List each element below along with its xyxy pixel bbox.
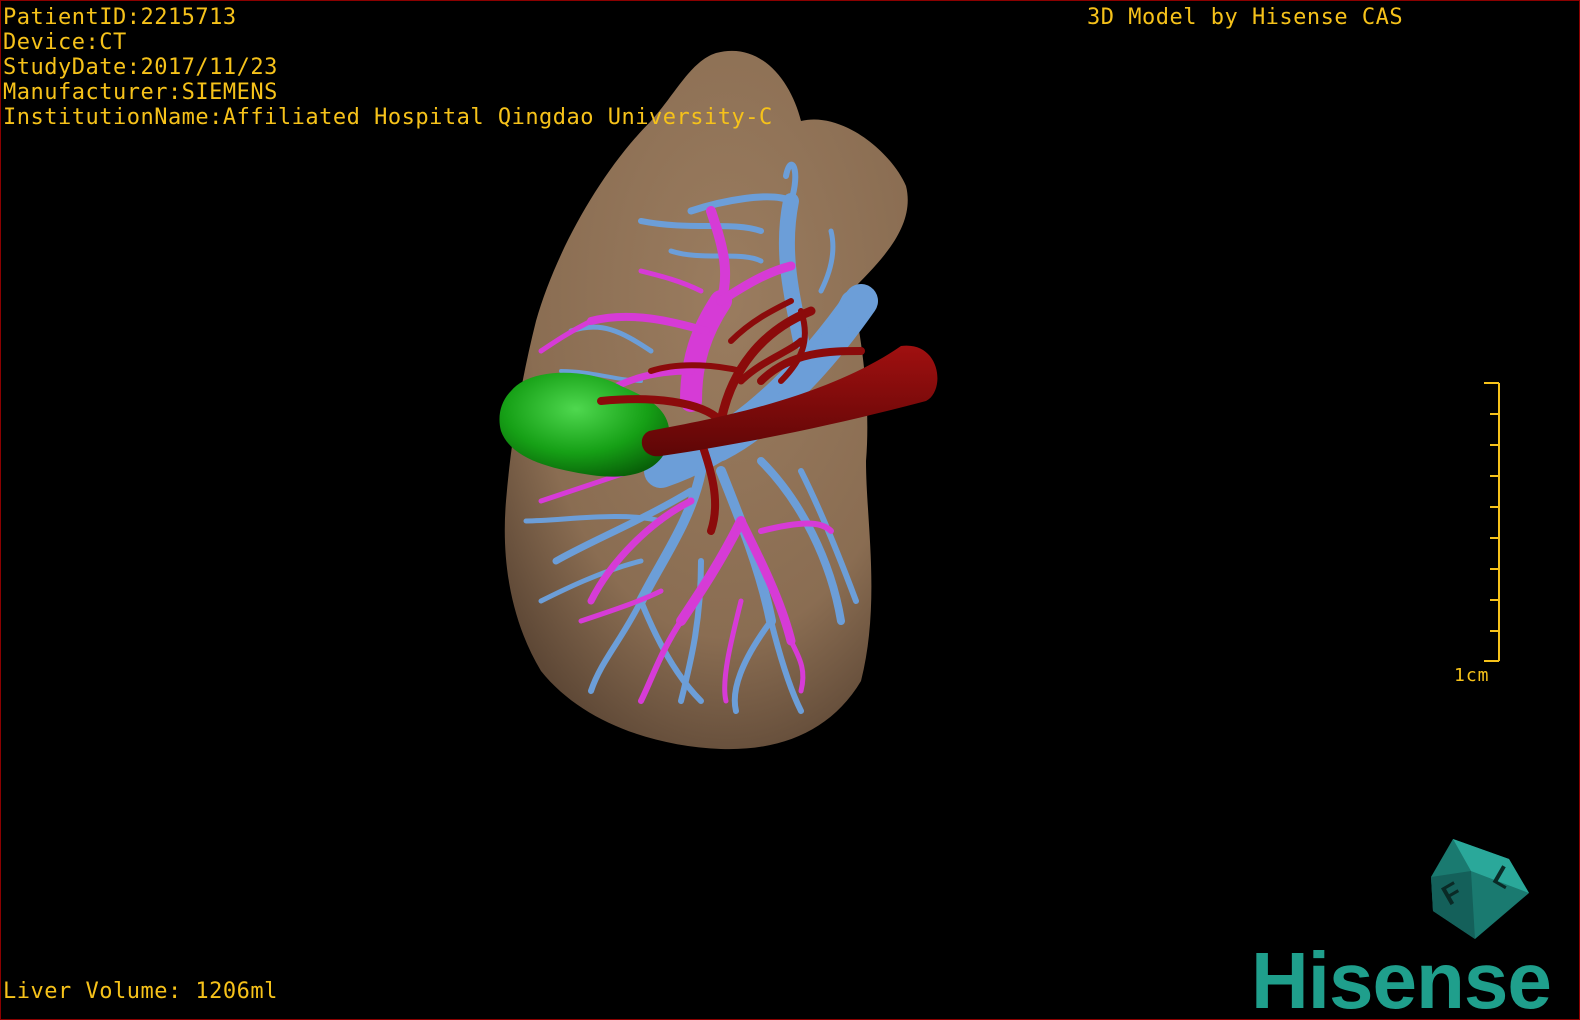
liver-volume: Liver Volume: 1206ml	[3, 979, 278, 1004]
device: Device:CT	[3, 30, 127, 55]
scale-bar	[1484, 382, 1500, 662]
3d-viewport[interactable]: F L PatientID:2215713 Device:CT StudyDat…	[0, 0, 1580, 1020]
model-brand-title: 3D Model by Hisense CAS	[1087, 5, 1404, 30]
scale-bar-label: 1cm	[1454, 665, 1490, 686]
manufacturer: Manufacturer:SIEMENS	[3, 80, 278, 105]
study-date: StudyDate:2017/11/23	[3, 55, 278, 80]
dicom-metadata: PatientID:2215713 Device:CT StudyDate:20…	[3, 5, 773, 130]
institution-name: InstitutionName:Affiliated Hospital Qing…	[3, 105, 773, 130]
patient-id: PatientID:2215713	[3, 5, 237, 30]
orientation-cube[interactable]: F L	[1431, 839, 1529, 939]
liver-3d-model[interactable]: F L	[1, 1, 1579, 1019]
hisense-logo: Hisense	[1251, 936, 1552, 1020]
